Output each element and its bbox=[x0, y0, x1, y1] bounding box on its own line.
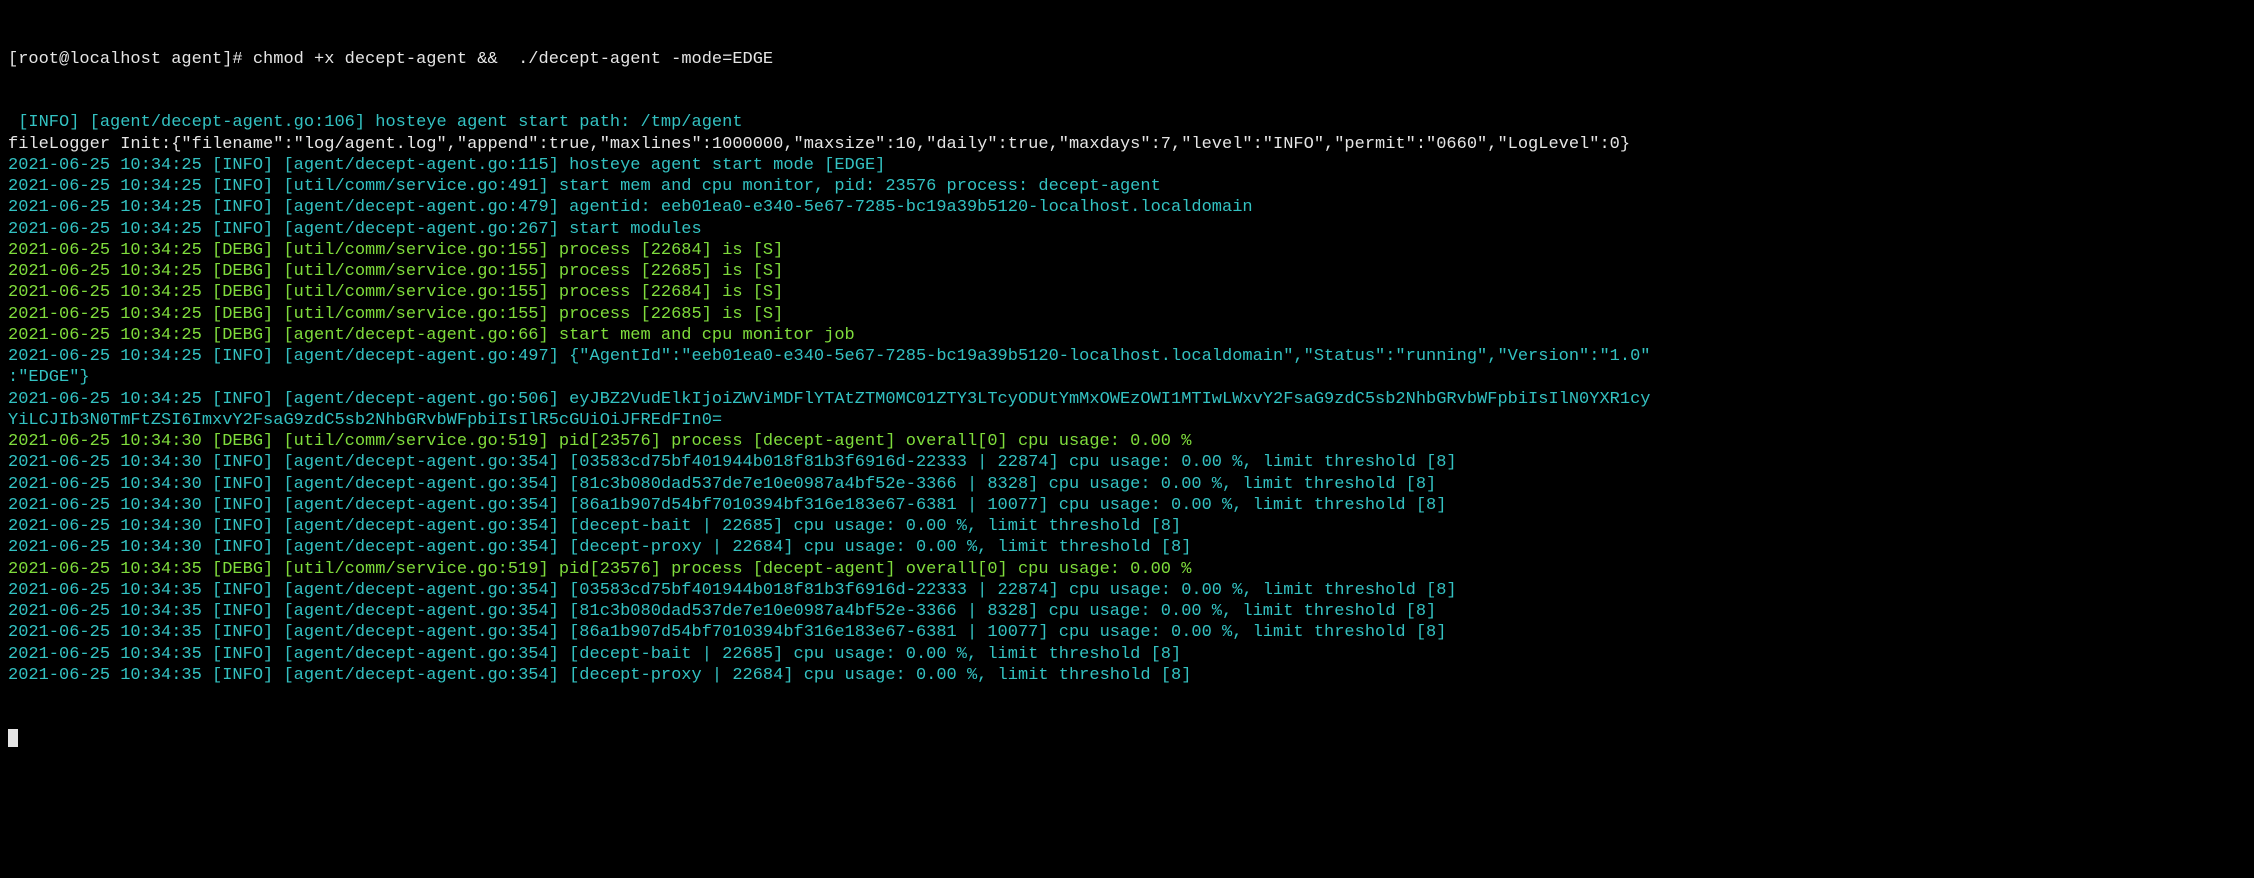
log-line: 2021-06-25 10:34:25 [INFO] [agent/decept… bbox=[8, 389, 2246, 410]
log-line: 2021-06-25 10:34:25 [DEBG] [util/comm/se… bbox=[8, 240, 2246, 261]
log-line: fileLogger Init:{"filename":"log/agent.l… bbox=[8, 134, 2246, 155]
log-line: 2021-06-25 10:34:35 [INFO] [agent/decept… bbox=[8, 665, 2246, 686]
prompt-line: [root@localhost agent]# chmod +x decept-… bbox=[8, 49, 2246, 70]
log-line: 2021-06-25 10:34:25 [DEBG] [agent/decept… bbox=[8, 325, 2246, 346]
log-line: 2021-06-25 10:34:35 [INFO] [agent/decept… bbox=[8, 644, 2246, 665]
cursor-block bbox=[8, 729, 18, 747]
log-line: 2021-06-25 10:34:25 [INFO] [agent/decept… bbox=[8, 219, 2246, 240]
log-line: 2021-06-25 10:34:25 [INFO] [util/comm/se… bbox=[8, 176, 2246, 197]
prompt-user-host: [root@localhost agent]# bbox=[8, 50, 253, 69]
log-line: 2021-06-25 10:34:25 [DEBG] [util/comm/se… bbox=[8, 261, 2246, 282]
log-line: 2021-06-25 10:34:30 [INFO] [agent/decept… bbox=[8, 516, 2246, 537]
log-line: 2021-06-25 10:34:25 [DEBG] [util/comm/se… bbox=[8, 304, 2246, 325]
terminal-output[interactable]: [root@localhost agent]# chmod +x decept-… bbox=[0, 0, 2254, 778]
log-line: YiLCJIb3N0TmFtZSI6ImxvY2FsaG9zdC5sb2NhbG… bbox=[8, 410, 2246, 431]
log-line: 2021-06-25 10:34:35 [DEBG] [util/comm/se… bbox=[8, 559, 2246, 580]
log-line: 2021-06-25 10:34:25 [INFO] [agent/decept… bbox=[8, 346, 2246, 367]
log-line: 2021-06-25 10:34:25 [INFO] [agent/decept… bbox=[8, 197, 2246, 218]
log-line: 2021-06-25 10:34:30 [INFO] [agent/decept… bbox=[8, 452, 2246, 473]
log-lines: [INFO] [agent/decept-agent.go:106] hoste… bbox=[8, 112, 2246, 686]
log-line: 2021-06-25 10:34:25 [INFO] [agent/decept… bbox=[8, 155, 2246, 176]
log-line: 2021-06-25 10:34:30 [INFO] [agent/decept… bbox=[8, 495, 2246, 516]
cursor-line bbox=[8, 729, 2246, 751]
log-line: 2021-06-25 10:34:30 [INFO] [agent/decept… bbox=[8, 474, 2246, 495]
log-line: 2021-06-25 10:34:35 [INFO] [agent/decept… bbox=[8, 601, 2246, 622]
log-line: [INFO] [agent/decept-agent.go:106] hoste… bbox=[8, 112, 2246, 133]
log-line: 2021-06-25 10:34:35 [INFO] [agent/decept… bbox=[8, 580, 2246, 601]
log-line: 2021-06-25 10:34:30 [DEBG] [util/comm/se… bbox=[8, 431, 2246, 452]
log-line: 2021-06-25 10:34:25 [DEBG] [util/comm/se… bbox=[8, 282, 2246, 303]
log-line: :"EDGE"} bbox=[8, 367, 2246, 388]
log-line: 2021-06-25 10:34:30 [INFO] [agent/decept… bbox=[8, 537, 2246, 558]
prompt-command: chmod +x decept-agent && ./decept-agent … bbox=[253, 50, 773, 69]
log-line: 2021-06-25 10:34:35 [INFO] [agent/decept… bbox=[8, 622, 2246, 643]
